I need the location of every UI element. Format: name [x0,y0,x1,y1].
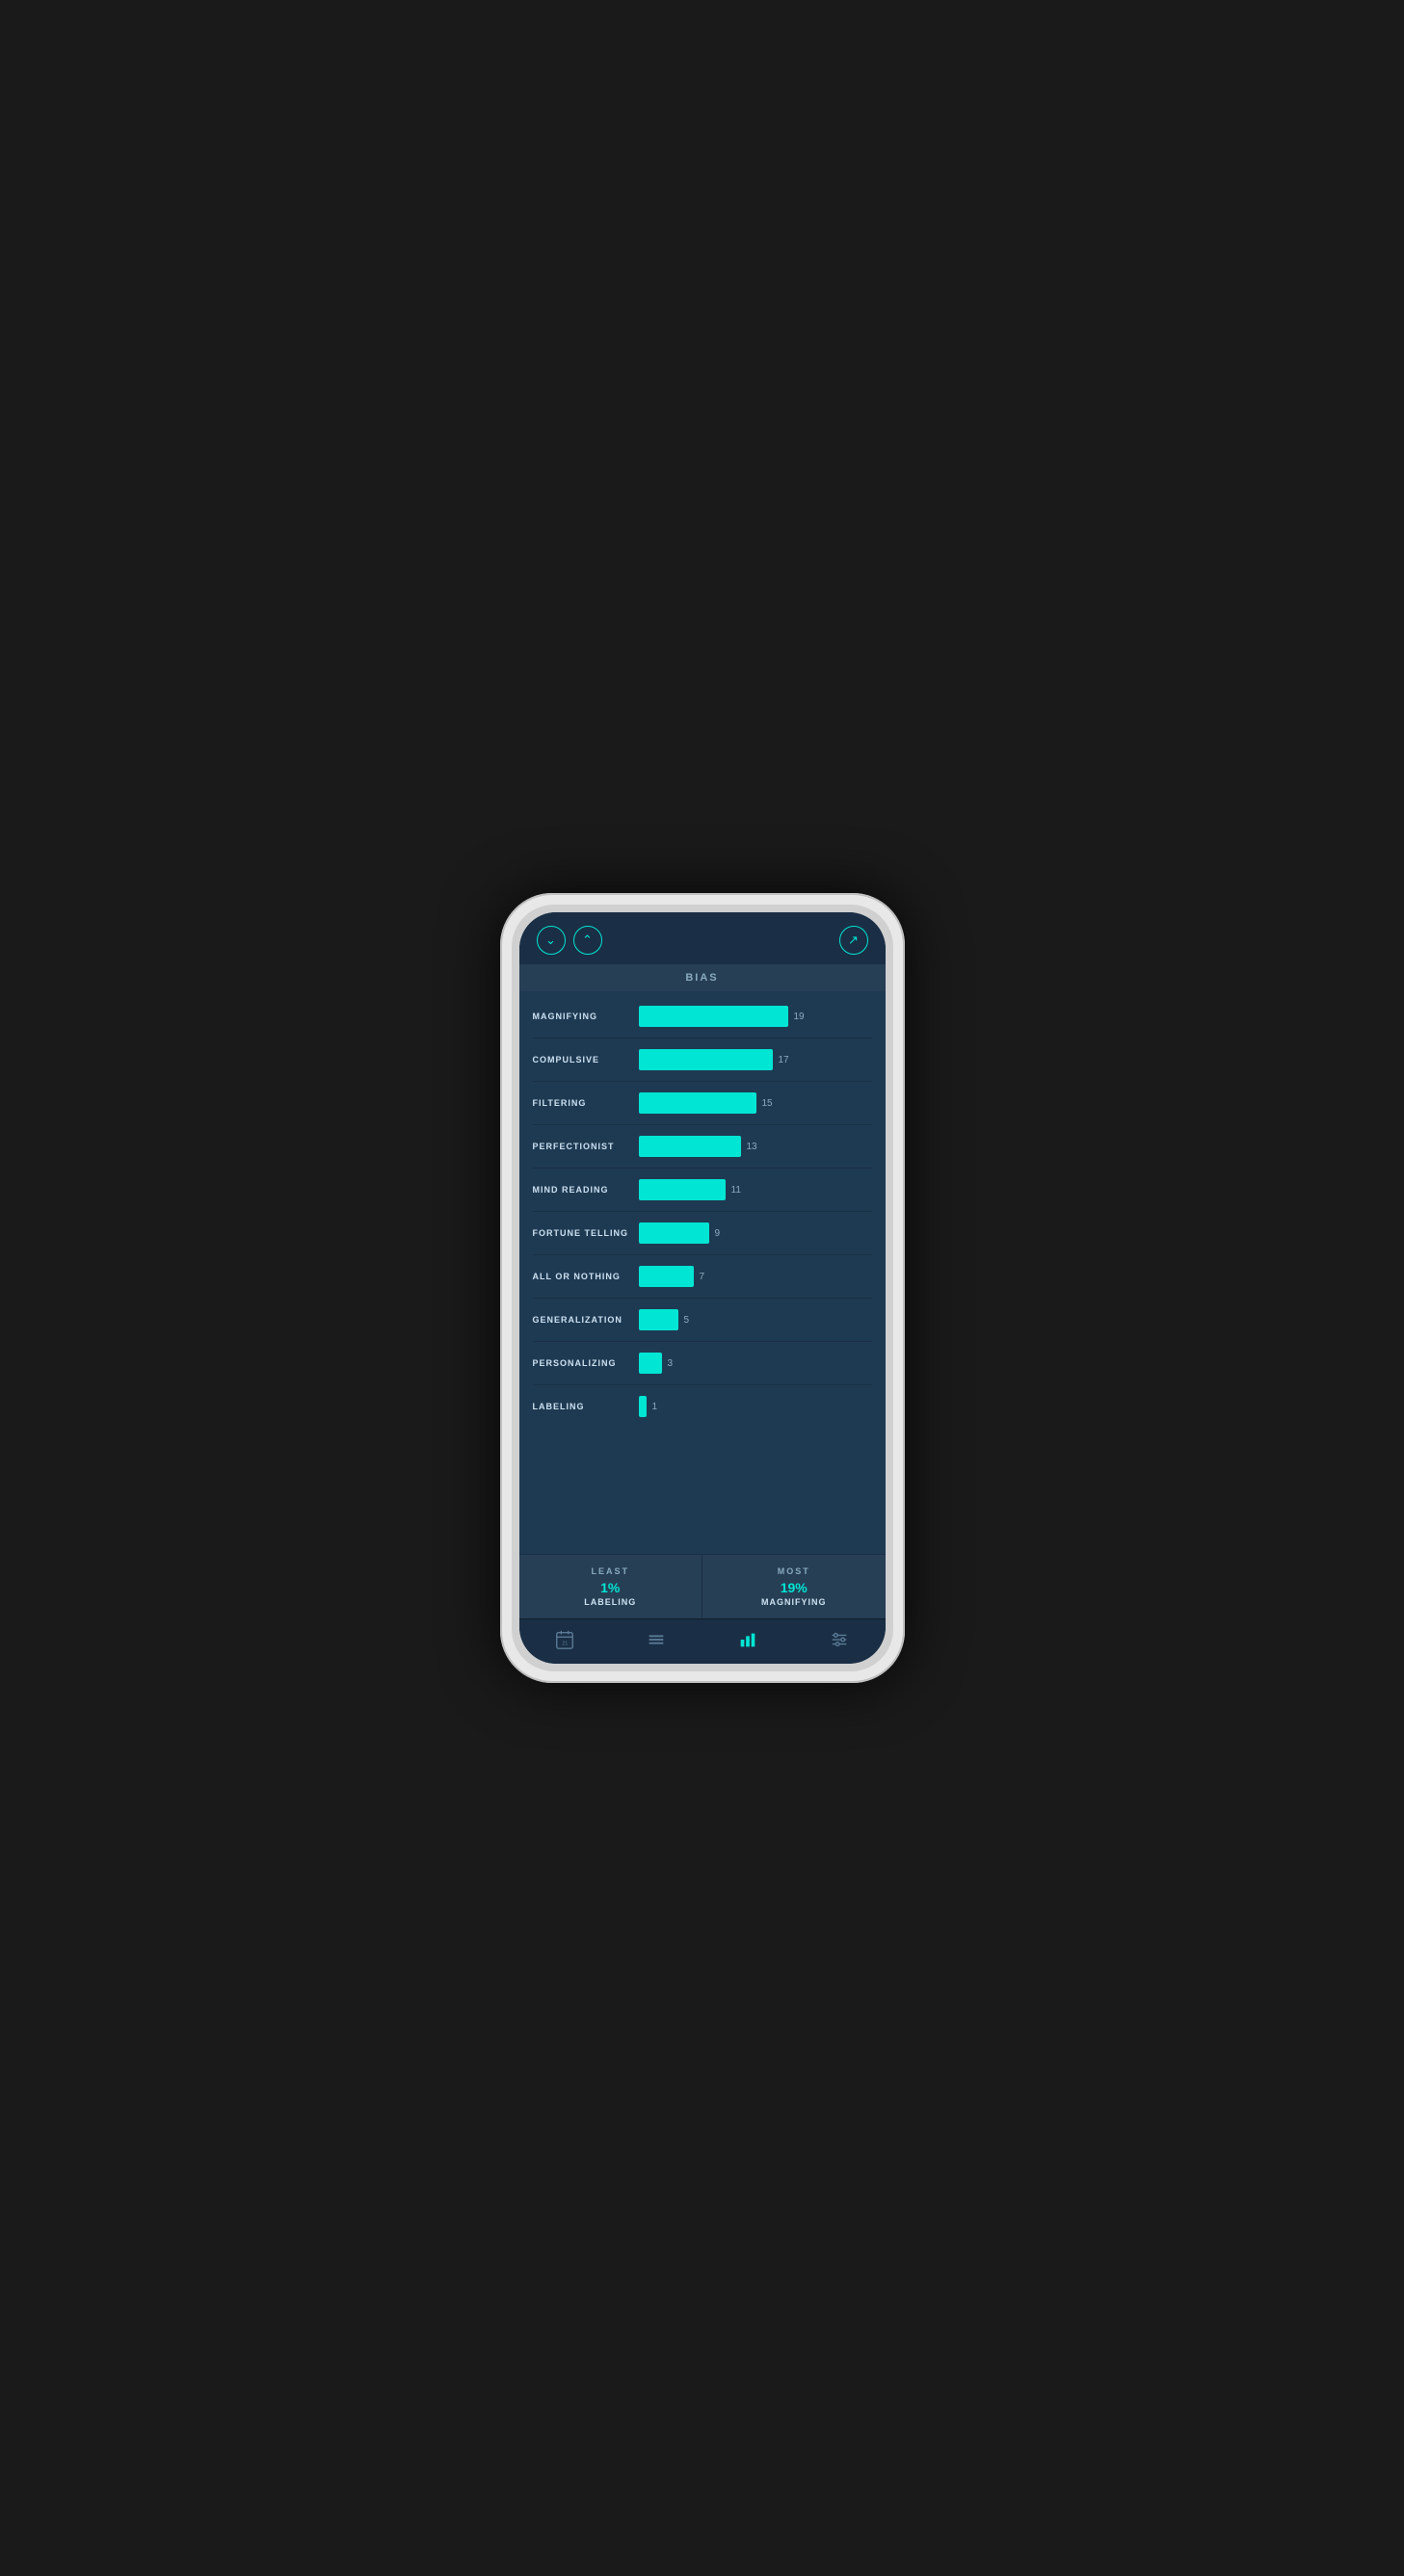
chart-row-label: MAGNIFYING [533,1012,639,1021]
nav-calendar[interactable]: 21 [554,1629,575,1650]
chart-bar-container: 15 [639,1092,872,1114]
chart-row-label: GENERALIZATION [533,1315,639,1325]
chart-bar-container: 5 [639,1309,872,1330]
chart-bar-container: 3 [639,1353,872,1374]
nav-down-button[interactable]: ⌄ [537,926,566,955]
chart-bar [639,1222,709,1244]
header: ⌄ ⌃ ↗ [519,912,886,964]
summary-most: MOST 19% MAGNIFYING [702,1555,886,1618]
chart-area: MAGNIFYING 19 COMPULSIVE 17 FILTERING 15… [519,991,886,1554]
header-nav: ⌄ ⌃ [537,926,602,955]
summary-area: LEAST 1% LABELING MOST 19% MAGNIFYING [519,1554,886,1618]
share-button[interactable]: ↗ [839,926,868,955]
chart-bar [639,1006,788,1027]
chart-row: MIND READING 11 [519,1169,886,1211]
phone-inner: ⌄ ⌃ ↗ BIAS MAGNIFYING [512,905,893,1671]
chart-bar-container: 11 [639,1179,872,1200]
chart-row: COMPULSIVE 17 [519,1038,886,1081]
chart-row: FORTUNE TELLING 9 [519,1212,886,1254]
chart-row-value: 3 [668,1358,674,1369]
chart-bar-container: 19 [639,1006,872,1027]
nav-settings[interactable] [829,1629,850,1650]
chart-bar-container: 9 [639,1222,872,1244]
chart-row-value: 9 [715,1228,721,1239]
svg-text:21: 21 [562,1642,568,1647]
nav-chart[interactable] [737,1629,758,1650]
chart-row-label: ALL OR NOTHING [533,1272,639,1281]
summary-least: LEAST 1% LABELING [519,1555,703,1618]
chart-row: ALL OR NOTHING 7 [519,1255,886,1298]
screen-content: ⌄ ⌃ ↗ BIAS MAGNIFYING [519,912,886,1664]
chart-row-value: 5 [684,1315,690,1326]
chart-row-label: PERSONALIZING [533,1358,639,1368]
chart-bar-container: 17 [639,1049,872,1070]
chart-row: FILTERING 15 [519,1082,886,1124]
nav-list[interactable] [646,1629,667,1650]
chevron-up-icon: ⌃ [582,933,593,948]
phone-device: ⌄ ⌃ ↗ BIAS MAGNIFYING [500,893,905,1683]
chart-bar [639,1092,756,1114]
chart-row-label: MIND READING [533,1185,639,1195]
least-heading: LEAST [529,1566,693,1576]
chart-row-label: LABELING [533,1402,639,1411]
chart-row-label: FILTERING [533,1098,639,1108]
chart-row-value: 17 [779,1055,789,1065]
chart-row-label: PERFECTIONIST [533,1142,639,1151]
chart-bar [639,1309,678,1330]
most-pct: 19% [712,1580,876,1595]
chevron-down-icon: ⌄ [545,933,556,948]
most-heading: MOST [712,1566,876,1576]
chart-row-value: 7 [700,1272,705,1282]
chart-row-value: 15 [762,1098,773,1109]
share-icon: ↗ [848,933,859,948]
phone-screen: ⌄ ⌃ ↗ BIAS MAGNIFYING [519,912,886,1664]
chart-row: LABELING 1 [519,1385,886,1428]
section-title: BIAS [519,964,886,991]
chart-bar [639,1179,726,1200]
chart-row: GENERALIZATION 5 [519,1299,886,1341]
chart-row-value: 19 [794,1012,805,1022]
chart-row-label: COMPULSIVE [533,1055,639,1065]
chart-bar [639,1396,647,1417]
chart-bar [639,1136,741,1157]
chart-bar [639,1353,662,1374]
chart-row: PERSONALIZING 3 [519,1342,886,1384]
chart-bar-container: 1 [639,1396,872,1417]
chart-row-label: FORTUNE TELLING [533,1228,639,1238]
chart-bar [639,1266,694,1287]
chart-row: MAGNIFYING 19 [519,995,886,1038]
least-name: LABELING [529,1597,693,1607]
chart-row-value: 13 [747,1142,757,1152]
chart-bar [639,1049,773,1070]
nav-up-button[interactable]: ⌃ [573,926,602,955]
least-pct: 1% [529,1580,693,1595]
bottom-nav: 21 [519,1618,886,1664]
chart-row-value: 1 [652,1402,658,1412]
chart-bar-container: 13 [639,1136,872,1157]
chart-bar-container: 7 [639,1266,872,1287]
chart-row: PERFECTIONIST 13 [519,1125,886,1168]
most-name: MAGNIFYING [712,1597,876,1607]
chart-row-value: 11 [731,1185,741,1196]
